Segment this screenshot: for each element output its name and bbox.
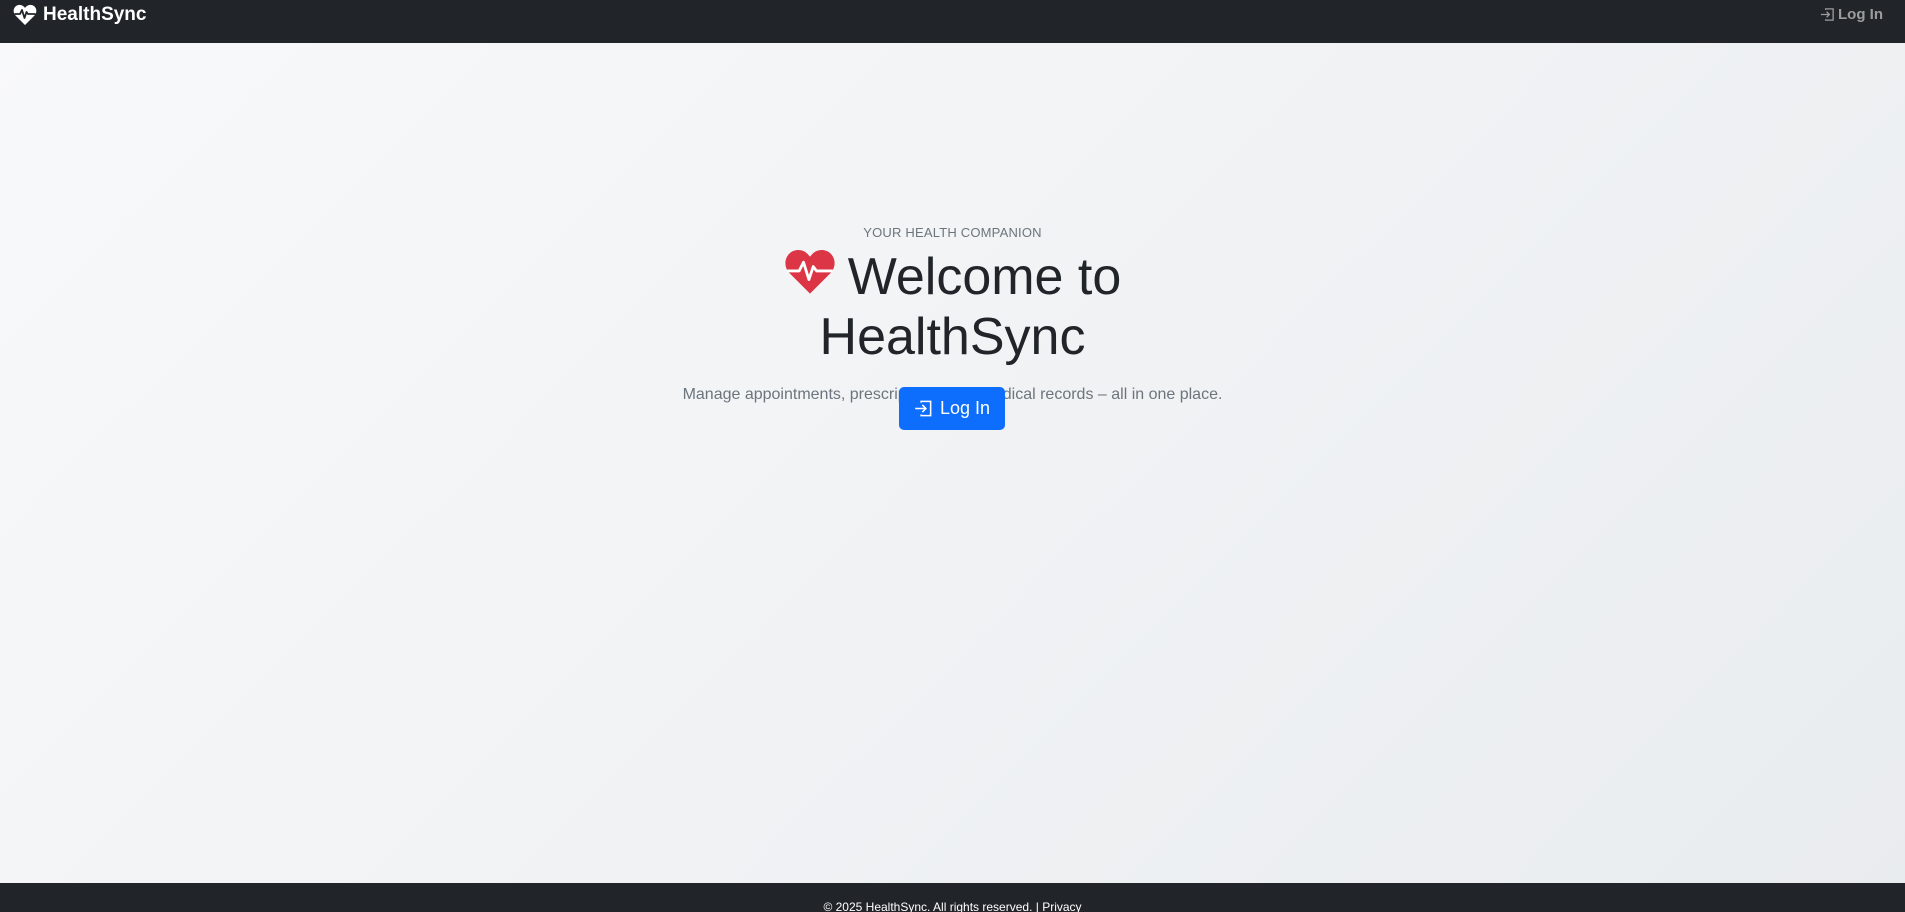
hero-title-text-1: Welcome to — [847, 248, 1122, 306]
hero-title: Welcome to HealthSync — [0, 247, 1905, 367]
page-footer: © 2025 HealthSync. All rights reserved. … — [0, 883, 1905, 912]
footer-copyright: © 2025 HealthSync. All rights reserved. … — [823, 900, 1039, 912]
nav-login-label: Log In — [1838, 6, 1883, 23]
hero-eyebrow: YOUR HEALTH COMPANION — [863, 225, 1042, 240]
box-arrow-in-right-icon — [914, 399, 933, 418]
footer-privacy-link[interactable]: Privacy — [1042, 900, 1081, 912]
brand-name: HealthSync — [43, 4, 147, 25]
nav-login-link[interactable]: Log In — [1820, 6, 1883, 23]
hero-login-button[interactable]: Log In — [899, 387, 1005, 430]
heart-pulse-icon — [784, 247, 836, 297]
heart-pulse-icon — [13, 4, 37, 26]
hero-login-label: Log In — [939, 398, 991, 418]
hero-title-line-2: HealthSync — [819, 308, 1086, 366]
hero-section: YOUR HEALTH COMPANION Welcome to HealthS… — [0, 43, 1905, 883]
brand-link[interactable]: HealthSync — [13, 4, 146, 26]
top-navbar: HealthSync Log In — [0, 0, 1905, 43]
hero-title-line-1: Welcome to — [0, 247, 1905, 307]
box-arrow-in-right-icon — [1820, 7, 1835, 22]
